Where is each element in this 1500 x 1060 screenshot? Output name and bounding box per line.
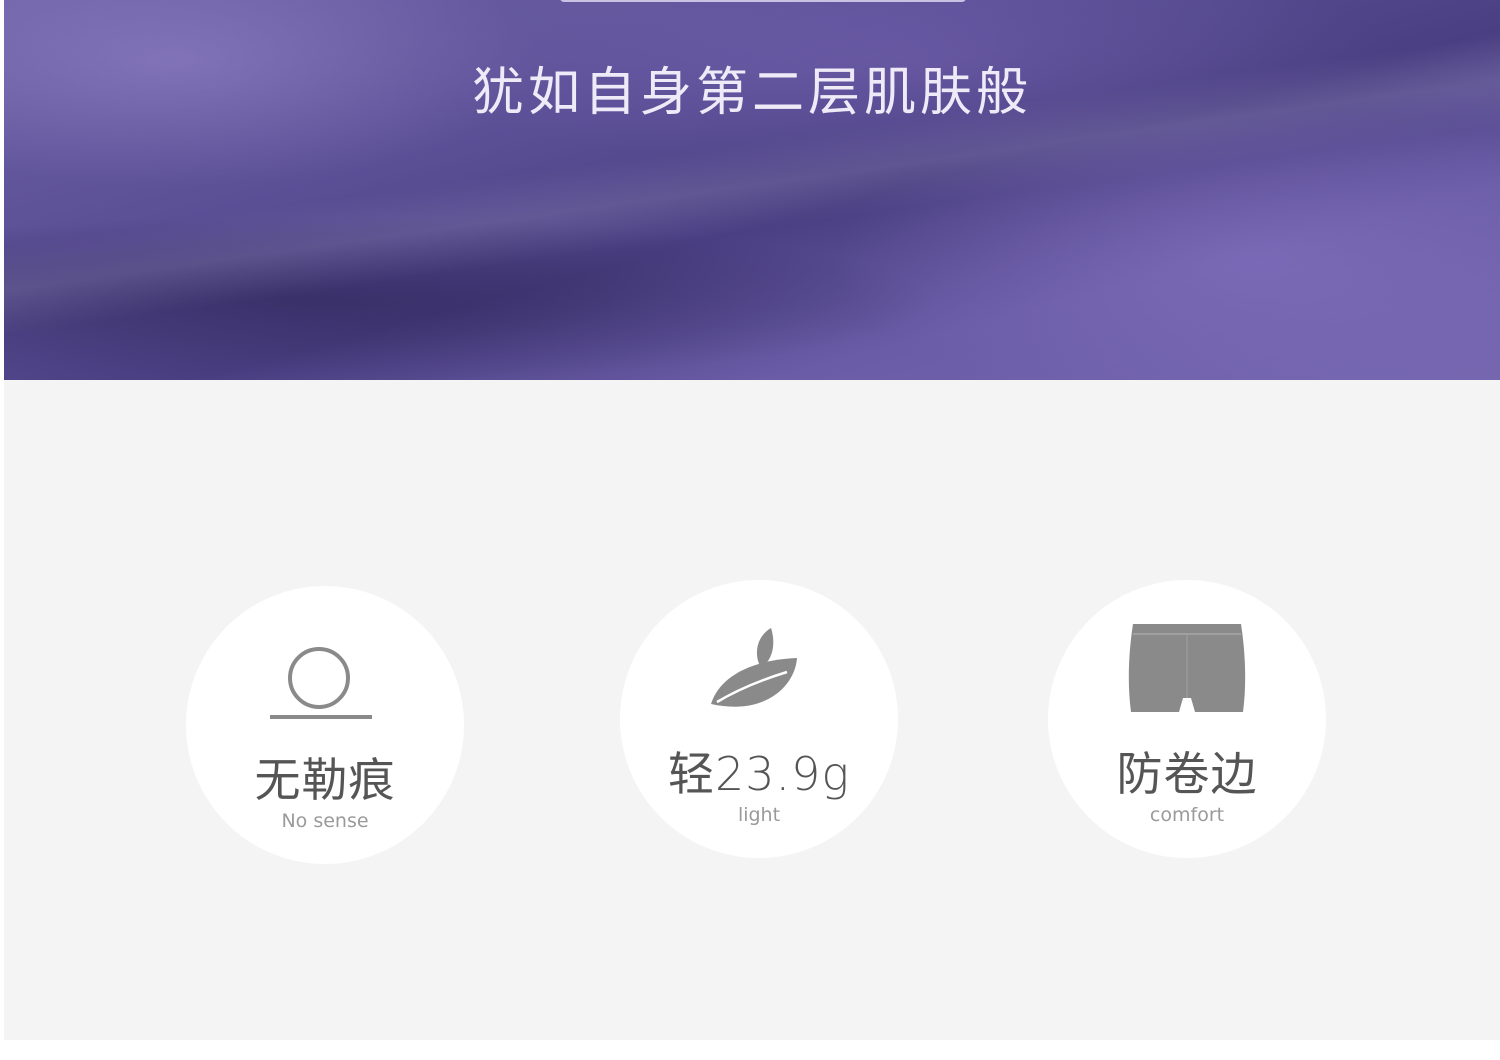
feature-subtitle: light [737,804,781,826]
hero-title: 犹如自身第二层肌肤般 [471,63,1032,123]
feature-light: 轻23.9g light [620,580,898,858]
feature-title: 轻23.9g [667,747,851,801]
no-mark-circle-icon [270,647,372,719]
feature-anti-curl: 防卷边 comfort [1048,580,1326,858]
feature-title: 防卷边 [1116,747,1258,801]
bottom-border [0,1040,1500,1060]
top-bar-decoration [560,0,966,2]
feature-subtitle: No sense [281,810,369,832]
hero-fabric-banner: 犹如自身第二层肌肤般 [4,0,1500,380]
feature-subtitle: comfort [1149,804,1225,826]
leaf-icon [711,628,797,707]
shorts-icon [1128,624,1246,712]
feature-title: 无勒痕 [254,753,396,807]
feature-no-mark: 无勒痕 No sense [186,586,464,864]
